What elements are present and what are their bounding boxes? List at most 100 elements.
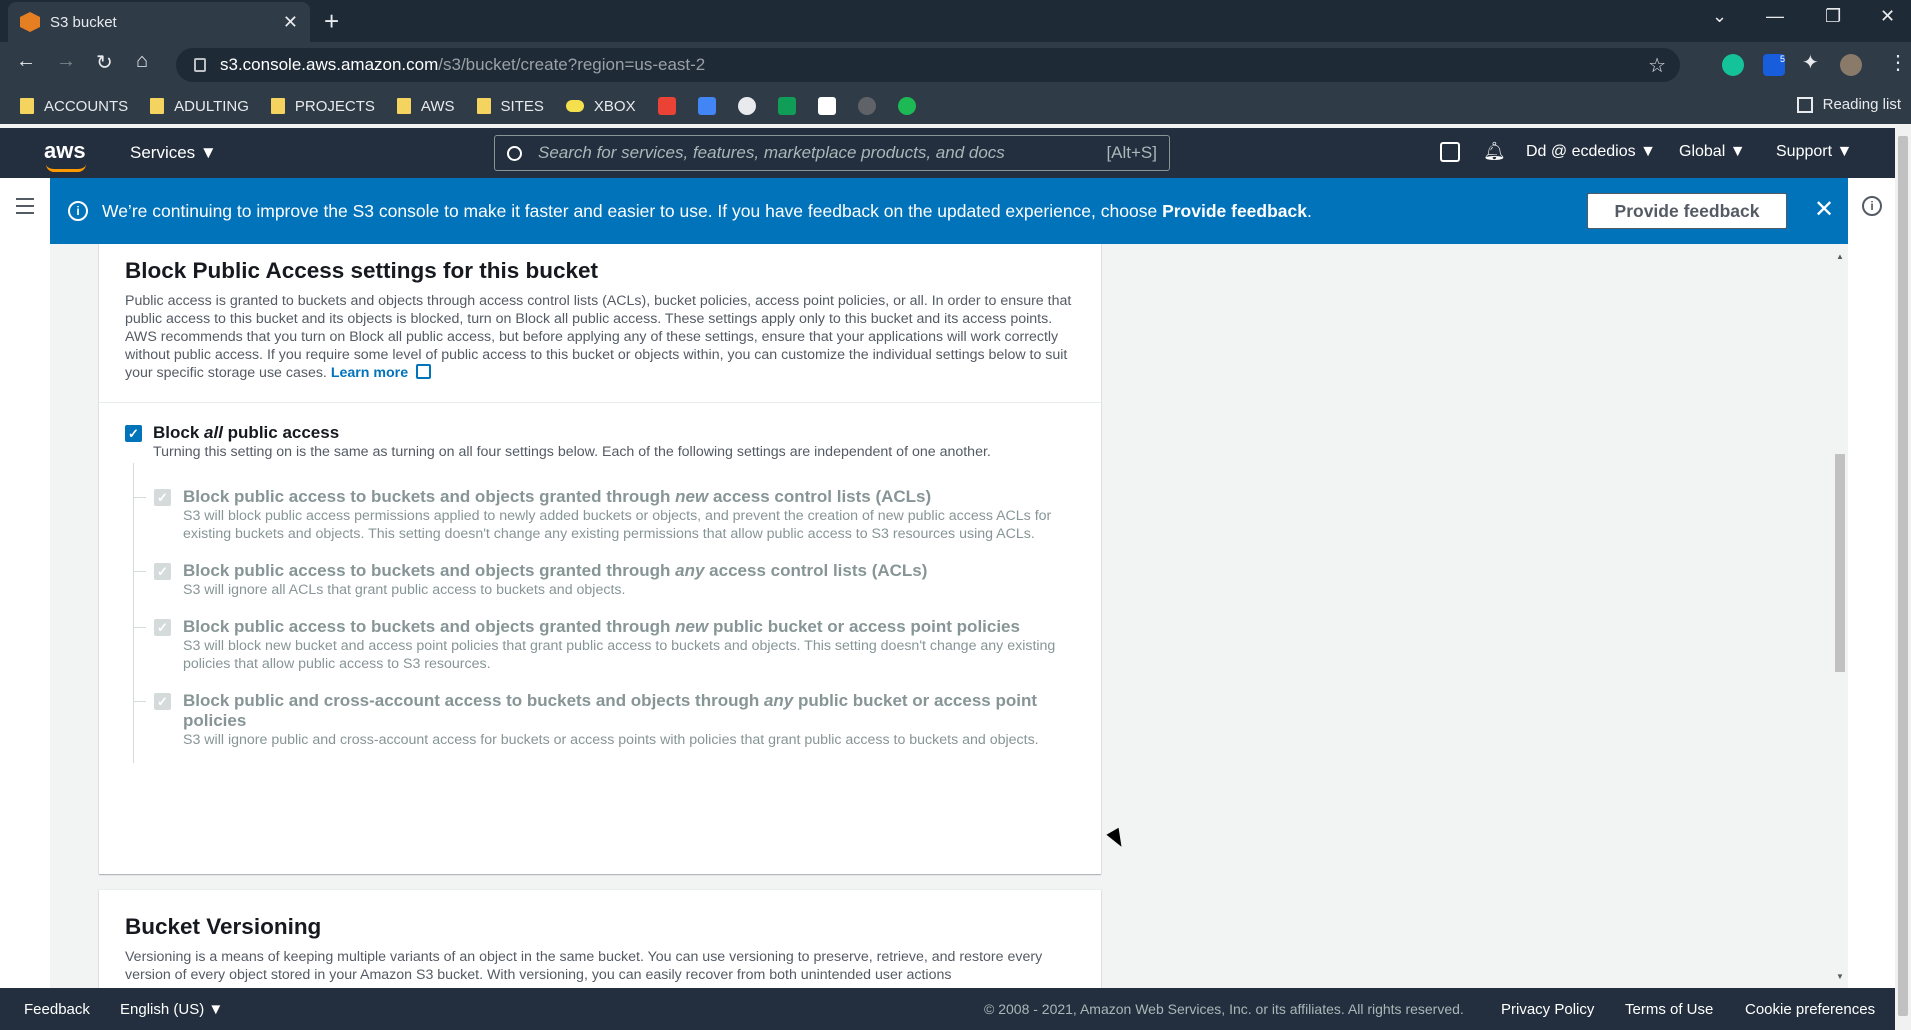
region-menu[interactable]: Global ▼ [1679, 143, 1746, 161]
option-title-post: public access [222, 423, 340, 442]
tree-branch [134, 627, 146, 628]
learn-more-link[interactable]: Learn more [331, 365, 408, 381]
sub-option-checkbox[interactable]: ✓ [154, 619, 171, 636]
content-scrollbar[interactable]: ▲ ▼ [1832, 250, 1848, 988]
reload-icon[interactable]: ↻ [96, 50, 113, 75]
option-title-em: all [204, 423, 223, 442]
terms-of-use-link[interactable]: Terms of Use [1625, 1001, 1713, 1018]
tab-search-icon[interactable]: ⌄ [1712, 6, 1727, 27]
calendar-icon[interactable] [697, 97, 716, 115]
bookmark-label: XBOX [593, 97, 636, 115]
notifications-bell-icon[interactable]: 🔔︎ [1483, 141, 1506, 162]
page-scrollbar[interactable] [1895, 124, 1911, 1030]
bookmark-sites[interactable]: SITES [476, 98, 544, 115]
page-scrollbar-thumb[interactable] [1898, 136, 1908, 1016]
home-icon[interactable]: ⌂ [136, 50, 148, 73]
sub-option-title: Block public access to buckets and objec… [183, 487, 1075, 507]
bookmark-xbox[interactable]: XBOX [565, 97, 636, 115]
dismiss-banner-close-icon[interactable]: ✕ [1814, 195, 1834, 224]
gmail-icon[interactable] [657, 97, 676, 115]
hamburger-menu-icon[interactable] [16, 198, 34, 219]
bookmark-label: AWS [420, 97, 455, 115]
extension-badge: 5 [1779, 54, 1785, 64]
bitwarden-icon[interactable]: 5 [1763, 54, 1785, 76]
copyright-text: © 2008 - 2021, Amazon Web Services, Inc.… [984, 1001, 1464, 1017]
left-navigation-rail [0, 178, 50, 988]
restore-icon[interactable]: ❐ [1825, 6, 1841, 27]
feedback-flash-banner: i We’re continuing to improve the S3 con… [50, 178, 1848, 244]
provide-feedback-button[interactable]: Provide feedback [1587, 193, 1787, 229]
folder-icon [270, 98, 285, 114]
sub-option-new-policies[interactable]: ✓ Block public access to buckets and obj… [134, 617, 1075, 673]
block-all-checkbox[interactable]: ✓ [125, 425, 142, 442]
account-menu[interactable]: Dd @ ecdedios ▼ [1526, 143, 1656, 161]
scroll-down-arrow-icon[interactable]: ▼ [1836, 972, 1844, 981]
scroll-up-arrow-icon[interactable]: ▲ [1836, 252, 1844, 261]
sub-option-title-em: new [675, 487, 709, 506]
reading-list[interactable]: Reading list [1796, 96, 1901, 113]
services-menu[interactable]: Services ▼ [130, 143, 217, 163]
tab-title: S3 bucket [50, 13, 117, 31]
sub-option-title-pre: Block public access to buckets and objec… [183, 561, 676, 580]
right-tools-rail: i [1848, 178, 1895, 988]
support-menu[interactable]: Support ▼ [1776, 143, 1852, 161]
footer-feedback-link[interactable]: Feedback [24, 1001, 90, 1018]
search-input[interactable] [538, 143, 1107, 163]
new-tab-icon[interactable]: + [324, 8, 339, 34]
folder-icon [396, 98, 411, 114]
close-tab-icon[interactable]: ✕ [283, 12, 298, 33]
block-all-public-access-option[interactable]: ✓ Block all public access Turning this s… [125, 423, 1075, 461]
grammarly-icon[interactable] [1722, 54, 1744, 76]
sub-option-checkbox[interactable]: ✓ [154, 563, 171, 580]
folder-icon [20, 98, 34, 114]
sub-option-title-em: new [675, 617, 709, 636]
bookmarks-bar: ACCOUNTS ADULTING PROJECTS AWS SITES XBO… [0, 88, 1911, 124]
sub-option-any-policies[interactable]: ✓ Block public and cross-account access … [134, 691, 1075, 749]
sub-option-text: Block public access to buckets and objec… [183, 617, 1075, 673]
forward-icon[interactable]: → [56, 50, 76, 73]
bookmark-accounts[interactable]: ACCOUNTS [20, 98, 128, 115]
apple-icon[interactable] [857, 97, 876, 115]
minimize-icon[interactable]: — [1766, 6, 1784, 27]
shield-extension-icon[interactable] [897, 97, 916, 115]
aws-smile-icon [46, 164, 86, 172]
sub-option-new-acls[interactable]: ✓ Block public access to buckets and obj… [134, 487, 1075, 543]
privacy-policy-link[interactable]: Privacy Policy [1501, 1001, 1594, 1018]
window-close-icon[interactable]: ✕ [1880, 6, 1895, 27]
sub-option-title-em: any [763, 691, 794, 710]
aws-logo[interactable]: aws [44, 138, 86, 172]
medium-icon[interactable] [817, 97, 836, 115]
sub-option-text: Block public access to buckets and objec… [183, 487, 1075, 543]
flash-message: We’re continuing to improve the S3 conso… [102, 201, 1312, 222]
service-search[interactable]: [Alt+S] [494, 135, 1170, 171]
sub-option-text: Block public and cross-account access to… [183, 691, 1075, 749]
sub-option-title-post: public bucket or access point policies [708, 617, 1020, 636]
scrollbar-thumb[interactable] [1835, 454, 1845, 672]
info-panel-icon[interactable]: i [1862, 196, 1882, 216]
bookmark-projects[interactable]: PROJECTS [270, 98, 375, 115]
sub-option-title-pre: Block public access to buckets and objec… [183, 617, 676, 636]
bookmark-aws[interactable]: AWS [396, 97, 455, 115]
sub-option-checkbox[interactable]: ✓ [154, 489, 171, 506]
search-icon [507, 145, 522, 161]
menu-kebab-icon[interactable]: ⋮ [1888, 50, 1908, 75]
sub-option-title: Block public access to buckets and objec… [183, 561, 927, 581]
sub-option-description: S3 will block new bucket and access poin… [183, 638, 1056, 672]
sub-option-any-acls[interactable]: ✓ Block public access to buckets and obj… [134, 561, 1075, 599]
profile-avatar[interactable] [1840, 54, 1862, 76]
option-description: Turning this setting on is the same as t… [153, 444, 991, 460]
extensions-icon[interactable]: ✦ [1802, 50, 1819, 75]
cloudshell-icon[interactable] [1440, 142, 1460, 162]
browser-tab[interactable]: S3 bucket ✕ [8, 2, 310, 42]
language-selector[interactable]: English (US) ▼ [120, 1001, 223, 1018]
sheets-icon[interactable] [777, 97, 796, 115]
address-bar[interactable]: s3.console.aws.amazon.com/s3/bucket/crea… [176, 48, 1680, 82]
cookie-preferences-link[interactable]: Cookie preferences [1745, 1001, 1875, 1018]
sub-option-checkbox[interactable]: ✓ [154, 693, 171, 710]
github-icon[interactable] [737, 97, 756, 115]
panel-title: Bucket Versioning [125, 914, 322, 939]
bookmark-adulting[interactable]: ADULTING [150, 98, 249, 115]
back-icon[interactable]: ← [16, 50, 36, 73]
bookmark-star-icon[interactable]: ☆ [1648, 53, 1666, 78]
block-options: ✓ Block all public access Turning this s… [99, 403, 1101, 769]
